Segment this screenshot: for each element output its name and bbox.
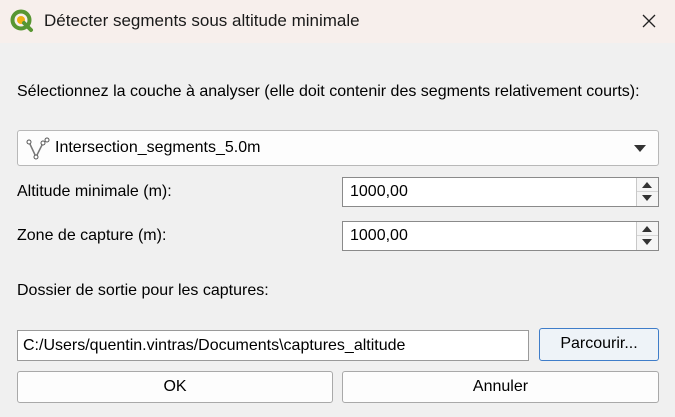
chevron-down-icon [634, 145, 646, 152]
capture-zone-value[interactable]: 1000,00 [350, 227, 408, 245]
min-altitude-spinbox[interactable]: 1000,00 [342, 177, 659, 207]
browse-button-label: Parcourir... [560, 335, 638, 352]
layer-select[interactable]: Intersection_segments_5.0m [17, 130, 659, 166]
output-path-field[interactable]: C:/Users/quentin.vintras/Documents\captu… [17, 330, 529, 361]
ok-button-label: OK [163, 378, 187, 395]
browse-button[interactable]: Parcourir... [539, 328, 659, 361]
line-layer-icon [26, 137, 50, 161]
ok-button[interactable]: OK [17, 371, 333, 403]
close-icon [642, 14, 656, 28]
arrow-up-icon [642, 182, 652, 188]
capture-zone-stepper [636, 222, 658, 250]
output-path-value[interactable]: C:/Users/quentin.vintras/Documents\captu… [23, 337, 405, 355]
cancel-button-label: Annuler [472, 378, 529, 395]
capture-zone-increment-button[interactable] [637, 222, 658, 236]
capture-zone-label: Zone de capture (m): [17, 227, 167, 244]
arrow-up-icon [642, 226, 652, 232]
arrow-down-icon [642, 195, 652, 201]
min-altitude-label: Altitude minimale (m): [17, 183, 172, 200]
cancel-button[interactable]: Annuler [342, 371, 659, 403]
arrow-down-icon [642, 239, 652, 245]
capture-zone-decrement-button[interactable] [637, 236, 658, 250]
layer-prompt-label: Sélectionnez la couche à analyser (elle … [17, 83, 640, 100]
min-altitude-increment-button[interactable] [637, 178, 658, 192]
capture-zone-spinbox[interactable]: 1000,00 [342, 221, 659, 251]
min-altitude-decrement-button[interactable] [637, 192, 658, 206]
min-altitude-value[interactable]: 1000,00 [350, 183, 408, 201]
output-folder-label: Dossier de sortie pour les captures: [17, 282, 269, 299]
min-altitude-stepper [636, 178, 658, 206]
qgis-icon [10, 9, 34, 33]
layer-select-value: Intersection_segments_5.0m [55, 139, 261, 156]
close-button[interactable] [623, 0, 675, 43]
title-bar: Détecter segments sous altitude minimale [0, 0, 675, 43]
window-title: Détecter segments sous altitude minimale [44, 11, 360, 30]
